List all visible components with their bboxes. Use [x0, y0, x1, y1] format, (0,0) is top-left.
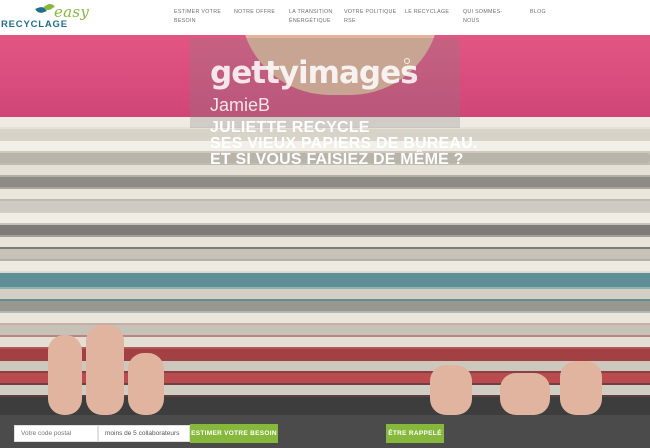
photographer-credit: JamieB	[210, 95, 271, 115]
paper-sheet	[0, 189, 650, 199]
headline-line: SES VIEUX PAPIERS DE BUREAU.	[210, 135, 478, 152]
paper-sheet	[0, 301, 650, 311]
nav-label: QUI SOMMES-	[463, 9, 503, 15]
nav-label: NOTRE OFFRE	[234, 9, 276, 15]
paper-sheet	[0, 237, 650, 247]
finger	[500, 373, 550, 415]
logo-recyclage-text: RECYCLAGE	[1, 19, 68, 30]
nav-label: LA TRANSITION	[289, 9, 333, 15]
hero-headline: JULIETTE RECYCLE SES VIEUX PAPIERS DE BU…	[210, 120, 478, 168]
registered-icon	[404, 58, 410, 64]
site-header: easy RECYCLAGE ESTIMER VOTRE BESOIN NOTR…	[0, 0, 650, 35]
easy-recyclage-logo[interactable]: easy RECYCLAGE	[1, 1, 89, 32]
finger	[430, 365, 472, 415]
nav-label: ESTIMER VOTRE	[174, 9, 222, 15]
nav-item-blog[interactable]: BLOG	[530, 8, 546, 17]
nav-item-qui-sommes-nous[interactable]: QUI SOMMES- NOUS	[463, 8, 503, 26]
paper-sheet	[0, 213, 650, 223]
nav-item-transition[interactable]: LA TRANSITION ÉNERGÉTIQUE	[289, 8, 333, 26]
paper-sheet	[0, 313, 650, 323]
nav-item-estimer[interactable]: ESTIMER VOTRE BESOIN	[174, 8, 221, 26]
finger	[128, 353, 164, 415]
nav-item-offre[interactable]: NOTRE OFFRE	[234, 8, 275, 17]
paper-sheet	[0, 201, 650, 211]
paper-sheet	[0, 249, 650, 259]
nav-label: NOUS	[463, 18, 480, 24]
callback-button[interactable]: ÊTRE RAPPELÉ	[386, 424, 444, 443]
paper-sheet	[0, 273, 650, 287]
nav-label: VOTRE POLITIQUE	[344, 9, 397, 15]
finger	[86, 325, 124, 415]
paper-sheet	[0, 289, 650, 299]
headline-line: JULIETTE RECYCLE	[210, 119, 370, 136]
nav-label: RSE	[344, 18, 356, 24]
gettyimages-watermark: gettyimages	[210, 55, 419, 91]
nav-label: BLOG	[530, 9, 546, 15]
headline-line: ET SI VOUS FAISIEZ DE MÊME ?	[210, 151, 464, 168]
paper-sheet	[0, 225, 650, 235]
estimate-need-button[interactable]: ESTIMER VOTRE BESOIN	[190, 424, 278, 443]
nav-label: BESOIN	[174, 18, 196, 24]
nav-label: ÉNERGÉTIQUE	[289, 18, 331, 24]
paper-sheet	[0, 177, 650, 187]
finger	[48, 335, 82, 415]
paper-sheet	[0, 261, 650, 271]
postal-code-input[interactable]	[14, 425, 98, 442]
nav-item-recyclage[interactable]: LE RECYCLAGE	[405, 8, 449, 17]
finger	[560, 361, 602, 415]
company-size-select[interactable]: moins de 5 collaborateurs	[98, 425, 190, 442]
quote-form-bar: moins de 5 collaborateurs ESTIMER VOTRE …	[0, 415, 650, 448]
nav-item-rse[interactable]: VOTRE POLITIQUE RSE	[344, 8, 396, 26]
nav-label: LE RECYCLAGE	[405, 9, 450, 15]
